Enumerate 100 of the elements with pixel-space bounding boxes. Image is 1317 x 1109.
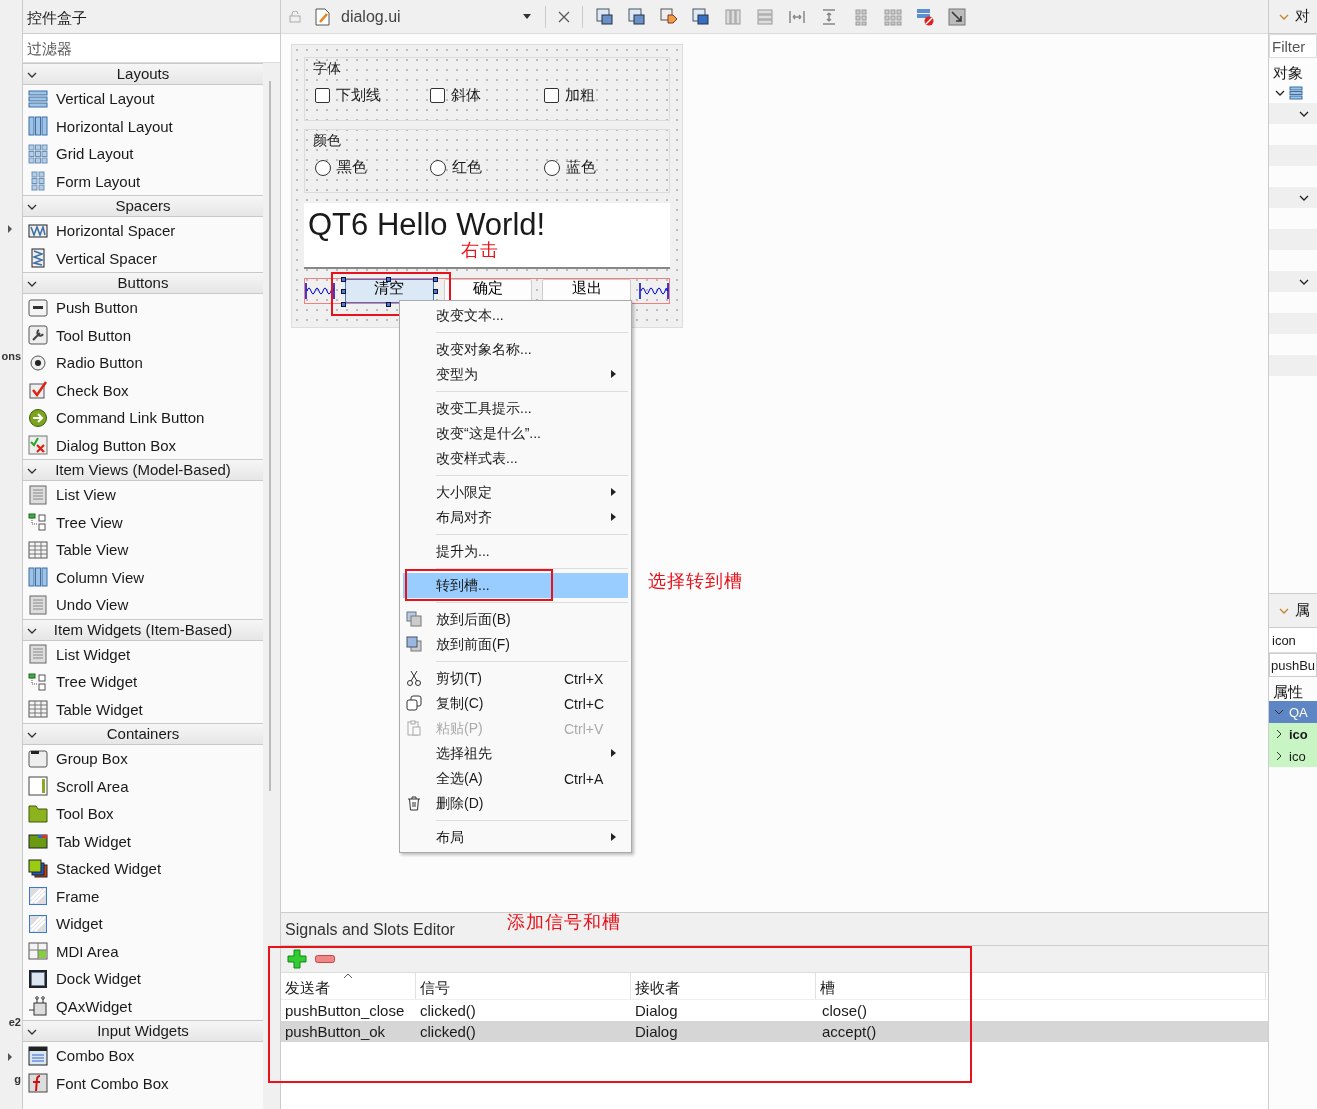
expand-icon[interactable] [7, 225, 13, 233]
menu-item[interactable]: 选择祖先 [400, 741, 631, 766]
category-header[interactable]: Spacers [23, 195, 263, 217]
add-icon[interactable] [287, 949, 307, 969]
expand-icon[interactable] [1299, 109, 1309, 118]
widget-item[interactable]: Push Button [56, 299, 138, 317]
widget-item[interactable]: Frame [56, 887, 100, 905]
collapse-icon[interactable] [27, 1027, 37, 1037]
widget-item[interactable]: Vertical Layout [56, 90, 155, 108]
widget-item[interactable]: Vertical Spacer [56, 249, 157, 267]
tag-icon[interactable] [659, 7, 679, 26]
widget-item[interactable]: Tree Widget [56, 673, 138, 691]
break-layout-icon[interactable] [915, 7, 935, 26]
dropdown-caret-icon[interactable] [523, 14, 531, 19]
expand-icon[interactable] [1275, 729, 1283, 739]
widget-item[interactable]: Tab Widget [56, 832, 132, 850]
expand-icon[interactable] [1275, 88, 1285, 97]
expand-icon[interactable] [1299, 193, 1309, 202]
menu-item[interactable]: 布局对齐 [400, 505, 631, 530]
category-header[interactable]: Containers [23, 723, 263, 745]
category-header[interactable]: Input Widgets [23, 1020, 263, 1042]
filter-field[interactable]: 过滤器 [23, 34, 280, 63]
menu-item[interactable]: 转到槽... [403, 573, 628, 598]
widget-item[interactable]: Radio Button [56, 354, 143, 372]
class-row[interactable]: QA [1269, 701, 1317, 723]
widget-item[interactable]: QAxWidget [56, 997, 132, 1015]
expand-icon[interactable] [1299, 277, 1309, 286]
scrollbar[interactable] [263, 63, 280, 1109]
widget-item[interactable]: Table View [56, 541, 129, 559]
table-row[interactable]: pushButton_ok clicked() Dialog accept() [281, 1021, 1268, 1042]
widget-item[interactable]: Column View [56, 568, 145, 586]
column-header[interactable]: 槽 [816, 973, 1266, 999]
checkbox[interactable] [315, 88, 330, 103]
frame-arrow-icon[interactable] [627, 7, 647, 26]
category-header[interactable]: Item Views (Model-Based) [23, 459, 263, 481]
widget-item[interactable]: List Widget [56, 645, 131, 663]
widget-item[interactable]: Form Layout [56, 172, 141, 190]
remove-icon[interactable] [315, 955, 335, 963]
widget-item[interactable]: Widget [56, 915, 103, 933]
radio-button[interactable] [315, 159, 331, 176]
widget-item[interactable]: Table Widget [56, 700, 143, 718]
document-name[interactable]: dialog.ui [341, 7, 519, 26]
category-header[interactable]: Layouts [23, 63, 263, 85]
radio-button[interactable] [544, 159, 561, 176]
resize-icon[interactable] [947, 7, 967, 26]
expand-icon[interactable] [1275, 751, 1283, 761]
menu-item[interactable]: 大小限定 [400, 480, 631, 505]
menu-item[interactable]: 放到后面(B) [400, 607, 631, 632]
widget-item[interactable]: List View [56, 486, 116, 504]
widget-item[interactable]: Font Combo Box [56, 1074, 169, 1092]
column-header[interactable]: 信号 [416, 973, 631, 999]
column-header[interactable]: 发送者 [281, 973, 416, 999]
filter-field[interactable]: Filter [1269, 34, 1317, 58]
menu-item[interactable]: 改变“这是什么”... [400, 421, 631, 446]
collapse-icon[interactable] [27, 70, 37, 80]
radio-button[interactable] [429, 159, 446, 176]
widget-item[interactable]: Undo View [56, 596, 129, 614]
menu-item[interactable]: 改变工具提示... [400, 396, 631, 421]
collapse-icon[interactable] [27, 466, 37, 476]
push-button[interactable]: 清空 [345, 279, 434, 303]
widget-item[interactable]: Grid Layout [56, 145, 134, 163]
checkbox[interactable] [429, 88, 445, 103]
collapse-icon[interactable] [27, 730, 37, 740]
widget-item[interactable]: Tool Box [56, 805, 114, 823]
widget-item[interactable]: Scroll Area [56, 777, 129, 795]
column-header[interactable]: 接收者 [631, 973, 816, 999]
widget-item[interactable]: Horizontal Spacer [56, 222, 176, 240]
widget-item[interactable]: Combo Box [56, 1047, 135, 1065]
widget-item[interactable]: Tool Button [56, 326, 132, 344]
menu-item[interactable]: 提升为... [400, 539, 631, 564]
scrollbar-thumb[interactable] [269, 81, 271, 791]
menu-item[interactable]: 剪切(T) Ctrl+X [400, 666, 631, 691]
menu-item[interactable]: 改变文本... [400, 303, 631, 328]
category-header[interactable]: Buttons [23, 272, 263, 294]
widget-item[interactable]: Dialog Button Box [56, 436, 177, 454]
widget-item[interactable]: MDI Area [56, 942, 119, 960]
widget-item[interactable]: Horizontal Layout [56, 117, 173, 135]
tab-order-icon[interactable] [691, 7, 711, 26]
collapse-icon[interactable] [27, 279, 37, 289]
widget-item[interactable]: Command Link Button [56, 409, 205, 427]
close-icon[interactable] [558, 10, 570, 23]
property-row[interactable]: ico [1269, 723, 1317, 745]
menu-item[interactable]: 改变样式表... [400, 446, 631, 471]
menu-item[interactable]: 全选(A) Ctrl+A [400, 766, 631, 791]
widget-item[interactable]: Group Box [56, 750, 128, 768]
menu-item[interactable]: 变型为 [400, 362, 631, 387]
menu-item[interactable]: 复制(C) Ctrl+C [400, 691, 631, 716]
menu-item[interactable]: 放到前面(F) [400, 632, 631, 657]
checkbox[interactable] [544, 88, 560, 103]
collapse-icon[interactable] [27, 202, 37, 212]
widget-item[interactable]: Check Box [56, 381, 129, 399]
menu-item[interactable]: 删除(D) [400, 791, 631, 816]
widget-item[interactable]: Stacked Widget [56, 860, 162, 878]
property-row[interactable]: ico [1269, 745, 1317, 767]
widget-item[interactable]: Dock Widget [56, 970, 142, 988]
category-header[interactable]: Item Widgets (Item-Based) [23, 618, 263, 641]
frame-icon[interactable] [595, 7, 615, 26]
push-button[interactable]: 退出 [542, 279, 631, 303]
table-row[interactable]: pushButton_close clicked() Dialog close() [281, 1000, 1268, 1021]
menu-item[interactable]: 改变对象名称... [400, 337, 631, 362]
